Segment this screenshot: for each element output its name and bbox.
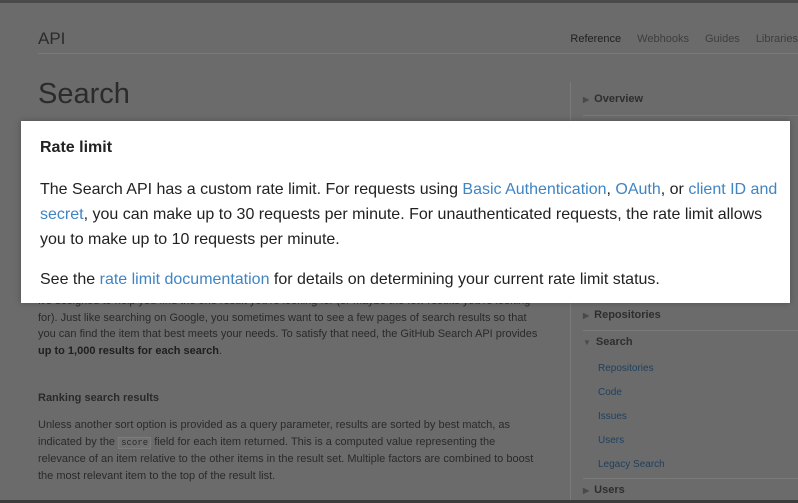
sidebar-label-repositories: Repositories (594, 309, 661, 321)
caret-right-icon: ▶ (583, 311, 590, 320)
sidebar-sub-legacy-search[interactable]: Legacy Search (598, 459, 665, 470)
rate-limit-doc-link[interactable]: rate limit documentation (100, 271, 270, 288)
sidebar-divider (583, 330, 798, 331)
caret-down-icon: ▼ (583, 338, 591, 347)
sidebar-item-repositories[interactable]: ▶ Repositories (583, 309, 661, 321)
sidebar-sub-issues[interactable]: Issues (598, 411, 627, 422)
sidebar-label-users: Users (594, 484, 625, 496)
callout-paragraph-1: The Search API has a custom rate limit. … (40, 177, 780, 252)
site-header: API Reference Webhooks Guides Libraries (38, 20, 798, 54)
nav-guides[interactable]: Guides (705, 33, 740, 45)
callout-paragraph-2: See the rate limit documentation for det… (40, 267, 780, 292)
top-border (0, 0, 798, 3)
top-nav: Reference Webhooks Guides Libraries (554, 33, 798, 45)
nav-libraries[interactable]: Libraries (756, 33, 798, 45)
score-code: score (118, 436, 152, 449)
sidebar-sub-code[interactable]: Code (598, 387, 622, 398)
callout-text-1a: The Search API has a custom rate limit. … (40, 181, 463, 198)
brand-title[interactable]: API (38, 29, 65, 49)
sidebar-label-overview: Overview (594, 93, 644, 105)
caret-right-icon: ▶ (583, 95, 590, 104)
callout-text-1d: , you can make up to 30 requests per min… (40, 206, 763, 248)
rate-limit-callout: Rate limit The Search API has a custom r… (21, 121, 790, 303)
sidebar-sub-repositories[interactable]: Repositories (598, 363, 654, 374)
intro-end: . (218, 344, 223, 357)
callout-heading: Rate limit (40, 139, 113, 156)
callout-text-1c: , or (660, 181, 689, 198)
nav-webhooks[interactable]: Webhooks (637, 33, 689, 45)
sidebar-label-search: Search (595, 336, 633, 348)
callout-text-2b: for details on determining your current … (269, 271, 660, 288)
basic-auth-link[interactable]: Basic Authentication (462, 181, 606, 198)
page-title: Search (38, 78, 130, 110)
nav-reference[interactable]: Reference (570, 33, 621, 45)
sidebar-item-overview[interactable]: ▶ Overview (583, 93, 643, 105)
callout-text-2a: See the (40, 271, 100, 288)
sidebar-divider (583, 478, 798, 479)
sidebar-divider (583, 115, 798, 116)
sidebar-sub-users[interactable]: Users (598, 435, 624, 446)
ranking-paragraph: Unless another sort option is provided a… (38, 417, 538, 484)
oauth-link[interactable]: OAuth (615, 181, 660, 198)
ranking-heading: Ranking search results (38, 392, 160, 404)
intro-bold: up to 1,000 results for each search (38, 344, 219, 357)
sidebar-item-search[interactable]: ▼ Search (583, 336, 633, 348)
caret-right-icon: ▶ (583, 486, 590, 495)
sidebar-item-users[interactable]: ▶ Users (583, 484, 625, 496)
